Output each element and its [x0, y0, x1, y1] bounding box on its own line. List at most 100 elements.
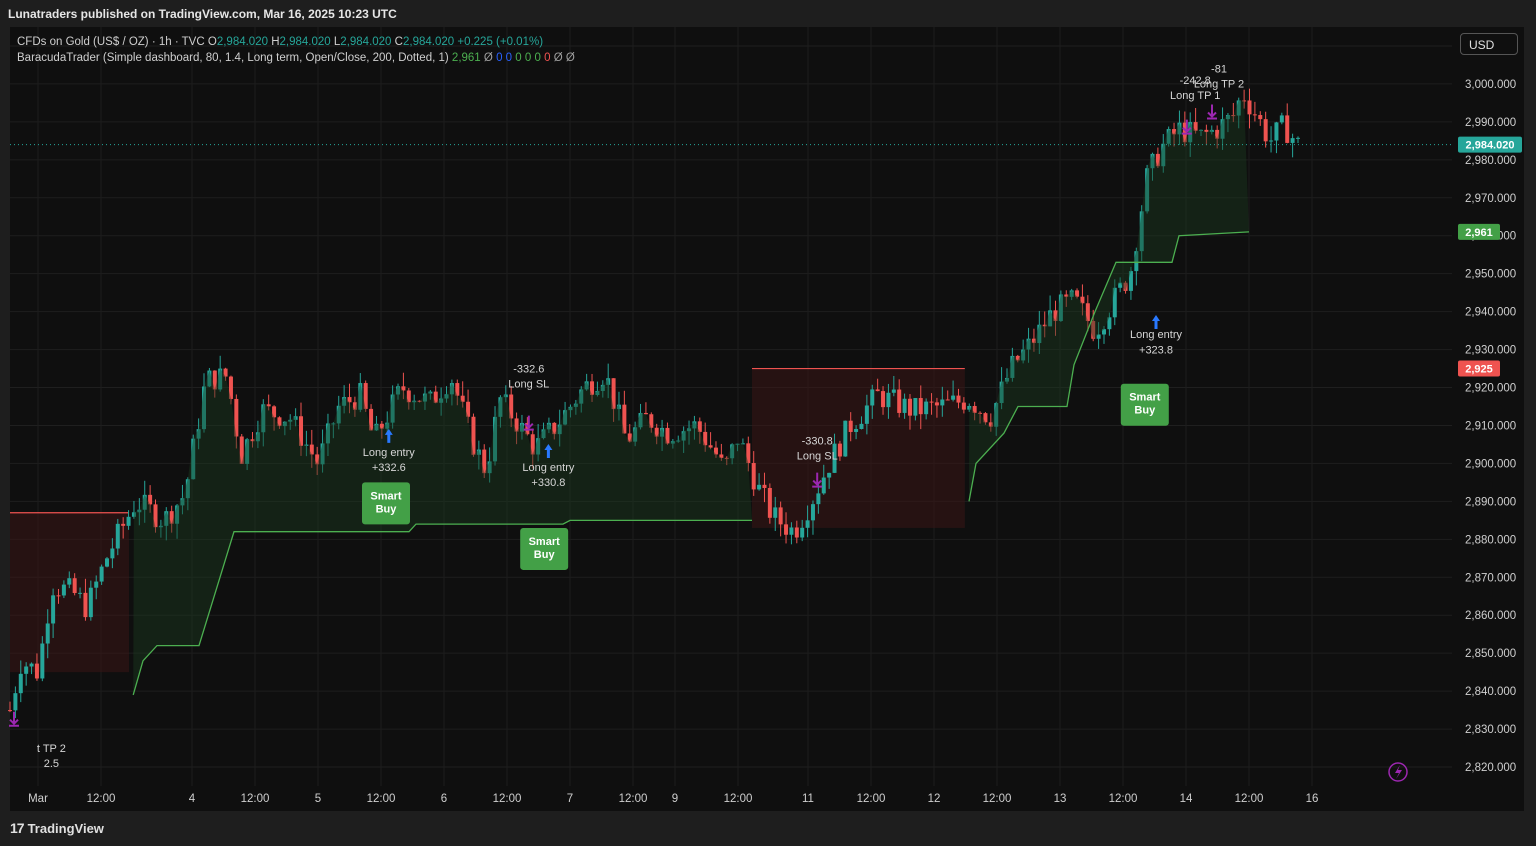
low-value: 2,984.020 [340, 36, 392, 48]
indicator-dot: 0 [534, 52, 541, 64]
candle-body [83, 592, 88, 618]
candle-body [891, 389, 896, 393]
signal-annotation-text: -330.8 [802, 435, 833, 447]
x-tick-label: 9 [672, 793, 678, 805]
candle-body [794, 527, 799, 538]
x-tick-label: 14 [1180, 793, 1193, 805]
candle-body [29, 663, 34, 667]
candle-body [800, 527, 805, 538]
high-label: H [271, 36, 280, 48]
y-tick-label: 2,930.000 [1465, 345, 1516, 357]
candle-body [875, 389, 880, 392]
chart-legend: CFDs on Gold (US$ / OZ) · 1h · TVC O2,98… [17, 34, 575, 66]
candle-body [821, 477, 826, 494]
y-tick-label: 2,950.000 [1465, 269, 1516, 281]
candle-body [934, 402, 939, 406]
close-value: 2,984.020 [402, 36, 455, 48]
candle-body [816, 493, 821, 505]
candle-body [1279, 115, 1284, 123]
x-tick-label: 16 [1306, 793, 1319, 805]
x-tick-label: 12:00 [724, 793, 753, 805]
candle-body [864, 405, 869, 424]
smart-buy-label: Smart [370, 490, 402, 502]
y-tick-label: 2,940.000 [1465, 307, 1516, 319]
indicator-dot: Ø [483, 52, 493, 64]
tradingview-brand: TradingView [27, 821, 104, 836]
x-tick-label: 12:00 [367, 793, 396, 805]
signal-annotation-text: t TP 2 [37, 743, 66, 755]
resistance-zone [752, 368, 965, 528]
indicator-dot: Ø [565, 52, 575, 64]
candle-body [945, 399, 950, 401]
candle-body [1252, 114, 1257, 116]
candle-body [1274, 122, 1279, 141]
signal-annotation-text: +323.8 [1139, 344, 1173, 356]
candle-body [918, 398, 923, 415]
symbol-legend-row[interactable]: CFDs on Gold (US$ / OZ) · 1h · TVC O2,98… [17, 34, 575, 50]
candle-body [121, 523, 126, 526]
y-tick-label: 2,870.000 [1465, 572, 1516, 584]
candle-body [789, 527, 794, 535]
price-badge-label: 2,961 [1465, 227, 1493, 239]
tradingview-footer: 17 TradingView [10, 820, 104, 836]
indicator-dot: 0 [496, 52, 503, 64]
change-value: +0.225 (+0.01%) [457, 36, 544, 48]
indicator-dot: Ø [553, 52, 563, 64]
smart-buy-label: Smart [529, 536, 561, 548]
currency-button[interactable]: USD [1460, 33, 1518, 55]
close-label: C [394, 36, 403, 48]
x-tick-label: 12:00 [857, 793, 886, 805]
candle-body [951, 395, 956, 400]
y-tick-label: 2,820.000 [1465, 762, 1516, 774]
y-tick-label: 2,880.000 [1465, 534, 1516, 546]
indicator-value: 2,961 [451, 52, 481, 64]
candle-body [902, 398, 907, 413]
smart-buy-label: Smart [1129, 392, 1161, 404]
y-tick-label: 2,860.000 [1465, 610, 1516, 622]
x-tick-label: 13 [1054, 793, 1067, 805]
candle-body [56, 595, 61, 597]
x-tick-label: Mar [28, 793, 48, 805]
y-tick-label: 2,830.000 [1465, 724, 1516, 736]
open-value: 2,984.020 [216, 36, 268, 48]
candle-body [45, 623, 50, 644]
symbol-label[interactable]: CFDs on Gold (US$ / OZ) · 1h · TVC [17, 36, 205, 48]
x-tick-label: 11 [802, 793, 814, 805]
price-chart[interactable]: 2,820.000 2,830.000 2,840.000 2,850.000 2,86… [0, 0, 1536, 846]
candle-body [881, 391, 886, 408]
candle-body [34, 663, 39, 679]
candle-body [18, 673, 23, 694]
signal-annotation-text: Long SL [797, 451, 838, 463]
x-tick-label: 12:00 [241, 793, 270, 805]
x-tick-label: 12:00 [87, 793, 116, 805]
candle-body [67, 578, 72, 585]
signal-annotation-text: Long SL [508, 379, 549, 391]
candle-body [956, 395, 961, 403]
candle-body [24, 666, 29, 674]
signal-annotation-text: +332.6 [372, 462, 406, 474]
indicator-dot: 0 [515, 52, 522, 64]
signal-annotation-text: Long entry [363, 447, 415, 459]
signal-annotation-text: Long TP 1 [1170, 90, 1220, 102]
x-tick-label: 4 [189, 793, 196, 805]
signal-annotation-text: -81 [1211, 64, 1227, 76]
candle-body [767, 488, 772, 518]
indicator-dot: 0 [524, 52, 532, 64]
candle-body [757, 484, 762, 490]
signal-annotation-text: 2.5 [44, 758, 59, 770]
candle-body [8, 710, 12, 712]
candle-body [72, 578, 77, 594]
indicator-label[interactable]: BaracudaTrader (Simple dashboard, 80, 1.… [17, 52, 449, 64]
candle-body [854, 428, 859, 432]
candle-body [940, 399, 945, 406]
y-tick-label: 2,970.000 [1465, 193, 1516, 205]
indicator-legend-row[interactable]: BaracudaTrader (Simple dashboard, 80, 1.… [17, 50, 575, 66]
take-profit-arrow-icon [523, 415, 534, 431]
trend-fill-area [133, 368, 752, 695]
candle-body [848, 420, 853, 432]
candle-body [859, 423, 864, 429]
y-tick-label: 2,910.000 [1465, 420, 1516, 432]
candle-body [843, 420, 848, 457]
candle-body [1290, 138, 1295, 143]
entry-arrow-icon [1152, 315, 1160, 330]
